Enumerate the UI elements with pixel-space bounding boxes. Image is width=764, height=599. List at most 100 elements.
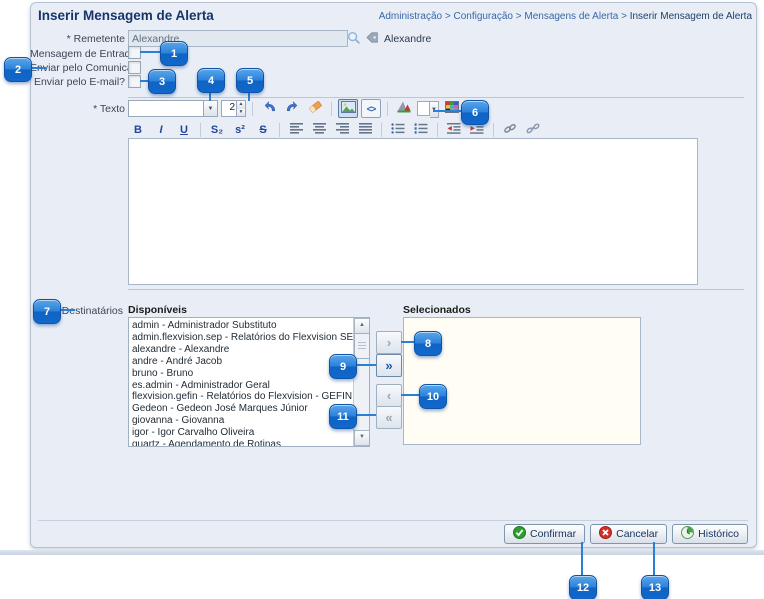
toolbar-separator [381, 123, 382, 137]
breadcrumb-item-configuracao[interactable]: Configuração [453, 11, 512, 22]
list-item[interactable]: andre - André Jacob [129, 356, 354, 368]
justify-button[interactable] [355, 120, 375, 139]
underline-icon: U [180, 124, 188, 136]
available-recipients-items: admin - Administrador Substituto admin.f… [129, 318, 354, 447]
breadcrumb: Administração > Configuração > Mensagens… [379, 11, 752, 22]
source-code-mode-button[interactable]: <> [361, 99, 381, 118]
list-scrollbar[interactable]: ▲ ▼ [353, 318, 369, 446]
toolbar-separator [200, 123, 201, 137]
callout-badge-5: 5 [236, 68, 264, 93]
font-color-button[interactable] [394, 99, 414, 118]
remetente-label: * Remetente [30, 33, 125, 45]
redo-button[interactable] [282, 99, 302, 118]
undo-button[interactable] [259, 99, 279, 118]
list-item[interactable]: admin.flexvision.sep - Relatórios do Fle… [129, 332, 354, 344]
superscript-icon: s² [235, 124, 245, 136]
enviar-email-label: Enviar pelo E-mail? [30, 76, 125, 88]
clear-formatting-button[interactable] [305, 99, 325, 118]
list-item[interactable]: alexandre - Alexandre [129, 344, 354, 356]
font-family-select[interactable]: ▼ [128, 100, 218, 117]
callout-line [401, 394, 419, 396]
editor-body[interactable] [128, 138, 698, 285]
callout-badge-2: 2 [4, 57, 32, 82]
spinner-up-icon[interactable]: ▲ [237, 101, 245, 109]
tag-icon [366, 31, 379, 49]
callout-badge-11: 11 [329, 404, 357, 429]
outdent-button[interactable] [444, 120, 464, 139]
callout-line [433, 110, 461, 112]
scroll-down-icon[interactable]: ▼ [354, 430, 370, 446]
source-code-icon: <> [367, 104, 376, 114]
list-item[interactable]: bruno - Bruno [129, 368, 354, 380]
breadcrumb-item-administracao[interactable]: Administração [379, 11, 442, 22]
font-size-spinner[interactable]: 2 ▲ ▼ [221, 100, 246, 117]
italic-button[interactable]: I [151, 120, 171, 139]
list-item[interactable]: igor - Igor Carvalho Oliveira [129, 427, 354, 439]
align-right-icon [336, 121, 349, 139]
superscript-button[interactable]: s² [230, 120, 250, 139]
confirm-button[interactable]: Confirmar [504, 524, 585, 544]
image-icon [341, 100, 356, 118]
check-circle-icon [513, 526, 526, 542]
background-color-button[interactable] [442, 99, 462, 118]
rich-text-mode-button[interactable] [338, 99, 358, 118]
numbered-list-icon [414, 121, 428, 139]
list-item[interactable]: flexvision.gefin - Relatórios do Flexvis… [129, 391, 354, 403]
callout-badge-13: 13 [641, 575, 669, 599]
cancel-button-label: Cancelar [616, 528, 658, 540]
bullet-list-button[interactable] [388, 120, 408, 139]
move-all-left-button[interactable]: « [376, 406, 402, 429]
align-left-icon [290, 121, 303, 139]
search-icon[interactable] [347, 31, 361, 50]
link-button[interactable] [500, 120, 520, 139]
list-item[interactable]: es.admin - Administrador Geral [129, 380, 354, 392]
underline-button[interactable]: U [174, 120, 194, 139]
remetente-display-name: Alexandre [384, 33, 431, 45]
unlink-button[interactable] [523, 120, 543, 139]
x-circle-icon [599, 526, 612, 542]
align-right-button[interactable] [332, 120, 352, 139]
list-item[interactable]: giovanna - Giovanna [129, 415, 354, 427]
move-left-button[interactable]: ‹ [376, 384, 402, 407]
bold-button[interactable]: B [128, 120, 148, 139]
callout-badge-7: 7 [33, 299, 61, 324]
font-color-swatch-dropdown[interactable]: ▼ [417, 101, 439, 116]
subscript-icon: S₂ [211, 124, 223, 136]
footer-divider [38, 520, 748, 521]
list-item[interactable]: admin - Administrador Substituto [129, 320, 354, 332]
page-title: Inserir Mensagem de Alerta [38, 8, 214, 23]
eraser-icon [308, 100, 323, 118]
callout-line [30, 67, 46, 69]
chevron-down-icon[interactable]: ▼ [203, 101, 217, 116]
outdent-icon [447, 121, 461, 139]
toolbar-separator [331, 102, 332, 116]
move-right-button[interactable]: › [376, 331, 402, 354]
breadcrumb-separator: > [442, 11, 453, 22]
toolbar-separator [252, 102, 253, 116]
scrollbar-thumb[interactable] [354, 333, 370, 359]
callout-badge-4: 4 [197, 68, 225, 93]
enviar-comunica-checkbox[interactable] [128, 61, 141, 74]
strikethrough-icon: S [259, 124, 266, 136]
bullet-list-icon [391, 121, 405, 139]
strikethrough-button[interactable]: S [253, 120, 273, 139]
link-icon [503, 121, 517, 139]
align-left-button[interactable] [286, 120, 306, 139]
screenshot-canvas: Inserir Mensagem de Alerta Administração… [0, 0, 764, 599]
numbered-list-button[interactable] [411, 120, 431, 139]
font-size-value: 2 [222, 101, 236, 116]
breadcrumb-separator: > [618, 11, 629, 22]
subscript-button[interactable]: S₂ [207, 120, 227, 139]
scroll-up-icon[interactable]: ▲ [354, 318, 370, 334]
breadcrumb-item-mensagens-de-alerta[interactable]: Mensagens de Alerta [524, 11, 618, 22]
list-item[interactable]: quartz - Agendamento de Rotinas [129, 439, 354, 447]
spinner-down-icon[interactable]: ▼ [237, 109, 245, 117]
history-button[interactable]: Histórico [672, 524, 748, 544]
color-palette-icon [445, 100, 459, 118]
move-all-right-button[interactable]: » [376, 354, 402, 377]
align-center-button[interactable] [309, 120, 329, 139]
history-icon [681, 526, 694, 542]
callout-line [355, 414, 376, 416]
list-item[interactable]: Gedeon - Gedeon José Marques Júnior [129, 403, 354, 415]
cancel-button[interactable]: Cancelar [590, 524, 667, 544]
